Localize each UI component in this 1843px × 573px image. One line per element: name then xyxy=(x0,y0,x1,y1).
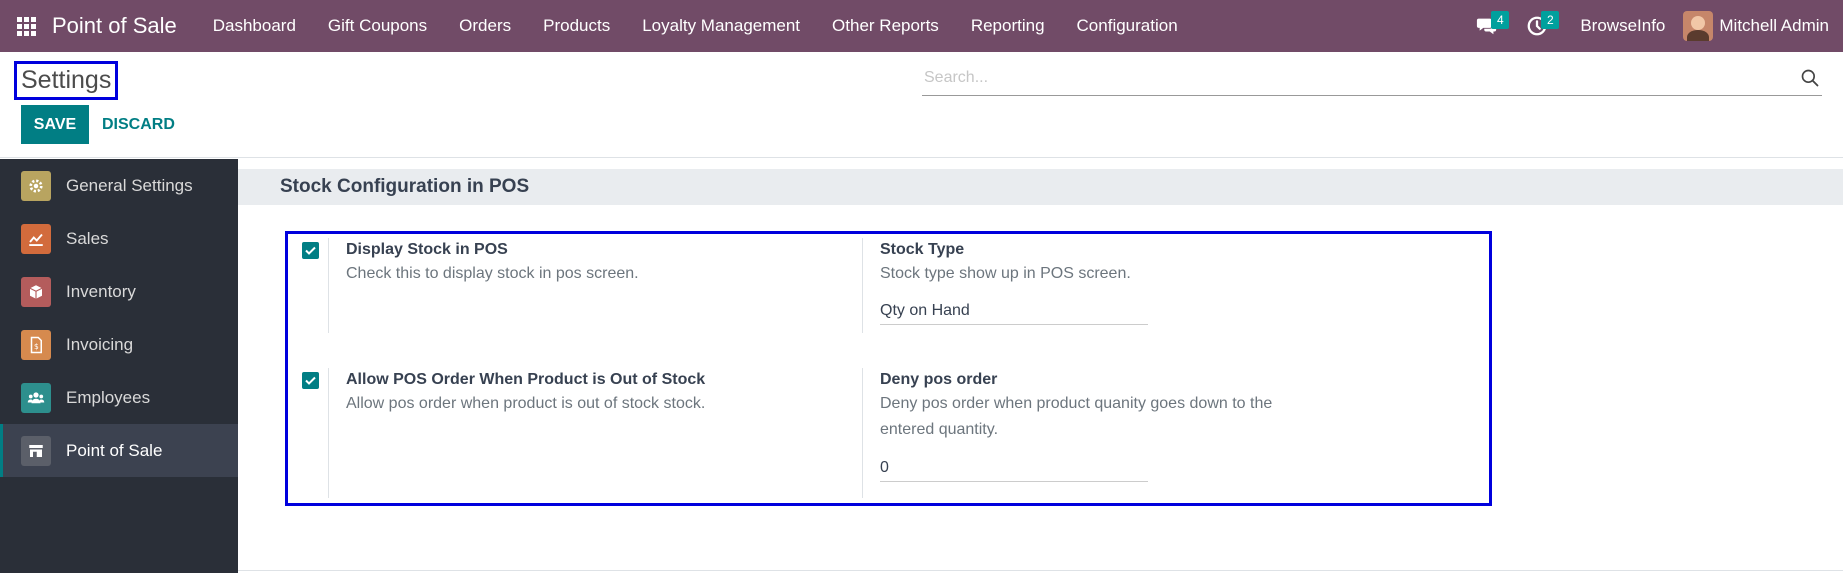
stock-type-description: Stock type show up in POS screen. xyxy=(880,265,1131,282)
search-bar xyxy=(922,62,1822,96)
menu-products[interactable]: Products xyxy=(527,0,626,52)
stock-settings-box: Display Stock in POS Check this to displ… xyxy=(285,231,1492,506)
menu-configuration[interactable]: Configuration xyxy=(1061,0,1194,52)
messages-button[interactable]: 4 xyxy=(1462,0,1512,52)
sidebar-item-inventory[interactable]: Inventory xyxy=(0,265,238,318)
svg-text:$: $ xyxy=(34,341,39,350)
allow-out-of-stock-description: Allow pos order when product is out of s… xyxy=(346,395,706,412)
messages-count-badge: 4 xyxy=(1491,11,1510,29)
main-menu: Dashboard Gift Coupons Orders Products L… xyxy=(197,0,1194,52)
users-icon xyxy=(21,382,51,413)
save-button[interactable]: SAVE xyxy=(21,105,89,144)
sidebar-item-invoicing[interactable]: $ Invoicing xyxy=(0,318,238,371)
apps-menu-icon[interactable] xyxy=(0,0,52,52)
sidebar-item-label: Point of Sale xyxy=(66,440,163,460)
display-stock-description: Check this to display stock in pos scree… xyxy=(346,265,639,282)
page-title: Settings xyxy=(14,61,119,100)
sidebar-item-label: Employees xyxy=(66,387,151,407)
divider xyxy=(238,570,1843,571)
search-input[interactable] xyxy=(922,62,1782,94)
activities-count-badge: 2 xyxy=(1541,11,1560,29)
navbar-systray: 4 2 BrowseInfo Mitchell Admin xyxy=(1462,0,1843,52)
display-stock-checkbox[interactable] xyxy=(302,242,319,259)
deny-pos-order-quantity-input[interactable]: 0 xyxy=(880,457,1148,482)
sidebar-item-label: Invoicing xyxy=(66,334,134,354)
menu-gift-coupons[interactable]: Gift Coupons xyxy=(312,0,443,52)
sidebar-item-label: General Settings xyxy=(66,175,193,195)
check-icon xyxy=(305,376,316,385)
user-name: Mitchell Admin xyxy=(1719,16,1829,35)
store-icon xyxy=(21,435,51,466)
section-title: Stock Configuration in POS xyxy=(238,169,1843,205)
sidebar-item-sales[interactable]: Sales xyxy=(0,212,238,265)
menu-loyalty-management[interactable]: Loyalty Management xyxy=(626,0,816,52)
divider xyxy=(328,238,329,333)
avatar xyxy=(1683,11,1714,41)
company-switcher[interactable]: BrowseInfo xyxy=(1562,16,1683,36)
display-stock-label: Display Stock in POS xyxy=(346,241,508,258)
sidebar-item-general-settings[interactable]: General Settings xyxy=(0,159,238,212)
menu-other-reports[interactable]: Other Reports xyxy=(816,0,955,52)
menu-dashboard[interactable]: Dashboard xyxy=(197,0,312,52)
user-menu[interactable]: Mitchell Admin xyxy=(1683,11,1843,41)
invoice-dollar-icon: $ xyxy=(21,329,51,360)
divider xyxy=(862,238,863,333)
app-brand[interactable]: Point of Sale xyxy=(52,13,177,39)
deny-pos-order-label: Deny pos order xyxy=(880,371,998,388)
sidebar-item-label: Sales xyxy=(66,228,109,248)
deny-pos-order-description: Deny pos order when product quanity goes… xyxy=(880,395,1273,438)
control-panel: Settings SAVE DISCARD xyxy=(0,52,1843,158)
allow-out-of-stock-checkbox[interactable] xyxy=(302,372,319,389)
allow-out-of-stock-label: Allow POS Order When Product is Out of S… xyxy=(346,371,706,388)
divider xyxy=(328,368,329,498)
settings-content: Stock Configuration in POS Display Stock… xyxy=(238,159,1843,573)
search-icon[interactable] xyxy=(1800,68,1820,88)
sidebar-item-label: Inventory xyxy=(66,281,136,301)
chart-line-icon xyxy=(21,223,51,254)
check-icon xyxy=(305,246,316,255)
gear-icon xyxy=(21,170,51,201)
menu-orders[interactable]: Orders xyxy=(443,0,527,52)
settings-sidebar: General Settings Sales Inventory $ Invoi… xyxy=(0,159,238,573)
box-icon xyxy=(21,276,51,307)
discard-button[interactable]: DISCARD xyxy=(102,105,175,144)
top-navbar: Point of Sale Dashboard Gift Coupons Ord… xyxy=(0,0,1843,52)
sidebar-item-employees[interactable]: Employees xyxy=(0,371,238,424)
sidebar-item-point-of-sale[interactable]: Point of Sale xyxy=(0,424,238,477)
activities-button[interactable]: 2 xyxy=(1512,0,1562,52)
menu-reporting[interactable]: Reporting xyxy=(955,0,1061,52)
stock-type-label: Stock Type xyxy=(880,241,965,258)
stock-type-select[interactable]: Qty on Hand xyxy=(880,300,1148,325)
divider xyxy=(862,368,863,498)
